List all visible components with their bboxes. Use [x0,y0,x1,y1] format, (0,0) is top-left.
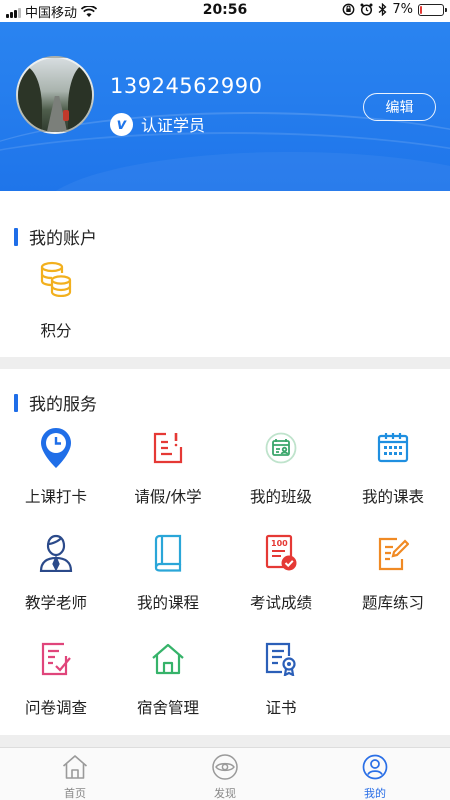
service-item-checkin[interactable]: 上课打卡 [0,427,112,517]
class-icon [225,432,337,464]
service-item-certificate[interactable]: 证书 [225,639,337,729]
calendar-icon [337,431,449,463]
service-item-class[interactable]: 我的班级 [225,427,337,517]
verified-icon: v [110,112,133,136]
service-item-label: 宿舍管理 [136,699,199,717]
services-section-title: 我的服务 [14,390,97,415]
book-icon [112,534,224,572]
tab-home[interactable]: 首页 [0,748,150,800]
bottom-tab-bar: 首页 发现 我的 [0,747,450,800]
edit-profile-button[interactable]: 编辑 [363,93,436,121]
leave-form-icon [112,431,224,465]
svg-text:100: 100 [271,539,288,548]
service-item-label: 问卷调查 [24,699,87,717]
teacher-icon [0,534,112,572]
tab-discover[interactable]: 发现 [150,748,300,800]
status-right: 7% [342,2,447,17]
home-icon [0,754,150,780]
user-phone: 13924562990 [110,74,263,98]
service-item-label: 上课打卡 [24,488,87,506]
verified-status: v 认证学员 [110,112,205,136]
service-item-label: 考试成绩 [249,594,312,612]
coins-icon [0,261,112,297]
service-item-label: 请假/休学 [134,488,202,506]
service-item-label: 题库练习 [361,594,424,612]
service-item-survey[interactable]: 问卷调查 [0,639,112,729]
services-section: 我的服务 上课打卡 请假/休学 我的班级 我的课表 教学老师 我的课程 100 … [0,369,450,735]
section-divider [0,735,450,747]
battery-icon [418,3,447,16]
service-item-courses[interactable]: 我的课程 [112,534,224,624]
status-bar: 中国移动 20:56 7% [0,0,450,22]
verified-label: 认证学员 [141,116,206,135]
service-item-practice[interactable]: 题库练习 [337,534,449,624]
survey-icon [0,642,112,676]
service-item-label: 证书 [265,699,297,717]
certificate-icon [225,642,337,676]
tab-mine[interactable]: 我的 [300,748,450,800]
lock-rotation-icon [342,3,355,16]
eye-icon [150,754,300,780]
service-item-timetable[interactable]: 我的课表 [337,427,449,517]
practice-edit-icon [337,537,449,571]
service-item-exam-scores[interactable]: 100 考试成绩 [225,534,337,624]
account-item-points[interactable]: 积分 [0,261,112,351]
alarm-icon [360,3,373,16]
service-item-leave[interactable]: 请假/休学 [112,427,224,517]
avatar[interactable] [16,56,94,134]
user-icon [300,754,450,780]
bluetooth-icon [378,3,387,16]
location-clock-icon [0,427,112,469]
tab-label: 首页 [64,787,86,800]
service-item-label: 我的课表 [361,488,424,506]
tab-label: 发现 [214,787,236,800]
exam-score-icon: 100 [225,534,337,572]
account-item-label: 积分 [40,322,72,340]
account-section-title: 我的账户 [14,224,97,249]
section-divider [0,357,450,369]
service-item-label: 我的班级 [249,488,312,506]
account-section: 我的账户 积分 [0,191,450,357]
tab-label: 我的 [364,787,386,800]
service-item-teacher[interactable]: 教学老师 [0,534,112,624]
profile-header: 13924562990 v 认证学员 编辑 [0,22,450,191]
dorm-house-icon [112,642,224,676]
service-item-label: 我的课程 [136,594,199,612]
service-item-label: 教学老师 [24,594,87,612]
service-item-dorm[interactable]: 宿舍管理 [112,639,224,729]
battery-percent: 7% [392,2,413,17]
